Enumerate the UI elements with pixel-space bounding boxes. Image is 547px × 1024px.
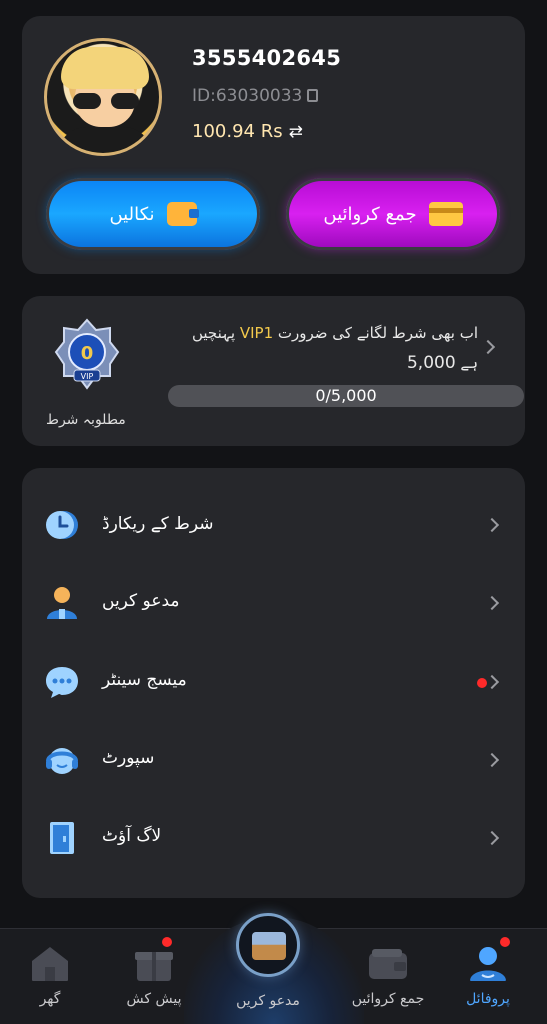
vip-message: اب بھی شرط لگانے کی ضرورت VIP1 پہنچیں ہے… [170,318,478,378]
clock-icon [46,511,78,539]
vip-card[interactable]: 0 VIP مطلوبہ شرط اب بھی شرط لگانے کی ضرو… [22,296,525,446]
nav-home[interactable]: گھر [0,929,100,1024]
wallet-icon [369,949,407,979]
bottom-nav: گھر پیش کش مدعو کریں جمع کروائیں پروفائل [0,913,547,1024]
notification-dot [500,937,510,947]
nav-offers[interactable]: پیش کش [104,929,204,1024]
gift-icon [135,952,173,981]
profile-card: 3555402645 ID:63030033 100.94 Rs ⇄ نکالیں… [22,16,525,274]
withdraw-label: نکالیں [109,203,155,225]
credit-card-icon [428,202,463,226]
menu-label-message-center: میسج سینٹر [102,670,187,690]
menu-label-support: سپورٹ [102,748,155,768]
chevron-right-icon [484,674,500,690]
menu-item-invite[interactable]: مدعو کریں [22,573,525,633]
nav-label-deposit: جمع کروائیں [351,991,425,1007]
nav-profile[interactable]: پروفائل [438,929,538,1024]
vip-progress-bar: 0/5,000 [168,385,524,407]
chevron-right-icon [484,752,500,768]
invite-chest-button[interactable] [236,913,300,977]
wallet-icon [166,202,199,226]
profile-icon [470,947,506,981]
nav-label-invite: مدعو کریں [236,993,300,1009]
chevron-right-icon [480,339,496,355]
menu-label-invite: مدعو کریں [102,591,180,611]
nav-label-offers: پیش کش [126,991,182,1007]
menu-item-logout[interactable]: لاگ آؤٹ [22,808,525,868]
vip-line1-suffix: پہنچیں [191,324,236,342]
vip-progress-text: 0/5,000 [315,386,377,405]
vip-level: VIP1 [239,324,274,342]
deposit-label: جمع کروائیں [323,203,417,225]
treasure-chest-icon [252,932,286,960]
chevron-right-icon [484,595,500,611]
withdraw-button[interactable]: نکالیں [46,178,260,250]
logout-door-icon [50,822,74,854]
balance-row: 100.94 Rs ⇄ [192,121,303,142]
deposit-button[interactable]: جمع کروائیں [286,178,500,250]
menu-card: شرط کے ریکارڈ مدعو کریں میسج سینٹر سپورٹ… [22,468,525,898]
user-id: ID:63030033 [192,86,303,106]
balance-amount: 100.94 Rs [192,121,283,142]
vip-line1-prefix: اب بھی شرط لگانے کی ضرورت [277,324,478,342]
vip-amount: 5,000 [406,353,456,373]
username: 3555402645 [192,46,342,70]
nav-deposit[interactable]: جمع کروائیں [338,929,438,1024]
chevron-right-icon [484,517,500,533]
vip-badge-icon: 0 VIP [54,318,120,390]
nav-label-profile: پروفائل [466,991,510,1007]
menu-label-bet-records: شرط کے ریکارڈ [102,514,214,534]
required-bet-label: مطلوبہ شرط [46,412,126,428]
vip-badge-tag: VIP [81,372,94,381]
home-icon [32,947,68,981]
menu-label-logout: لاگ آؤٹ [102,826,162,846]
menu-item-message-center[interactable]: میسج سینٹر [22,652,525,712]
menu-item-support[interactable]: سپورٹ [22,730,525,790]
headset-icon [46,748,78,774]
nav-label-home: گھر [39,991,61,1007]
menu-item-bet-records[interactable]: شرط کے ریکارڈ [22,495,525,555]
chat-icon [46,667,78,698]
user-icon [47,587,77,619]
avatar[interactable] [44,38,162,156]
chevron-right-icon [484,830,500,846]
vip-line2-suffix: ہے [460,354,478,372]
vip-badge-number: 0 [81,343,94,364]
notification-dot [162,937,172,947]
refresh-icon[interactable]: ⇄ [289,122,303,142]
copy-icon[interactable] [307,89,319,102]
user-id-row: ID:63030033 [192,86,319,106]
